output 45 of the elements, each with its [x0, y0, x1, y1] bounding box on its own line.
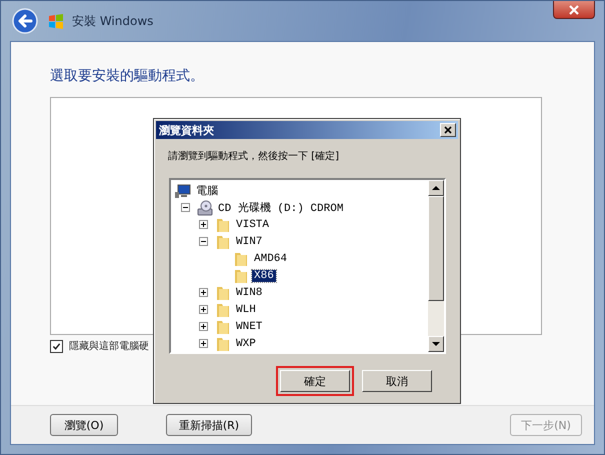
expander-icon[interactable]: [199, 322, 208, 331]
disc-drive-icon: [197, 200, 213, 216]
tree-item[interactable]: WNET: [234, 320, 264, 332]
tree-item[interactable]: WIN7: [234, 236, 264, 248]
tree-item[interactable]: WIN8: [234, 286, 264, 298]
folder-icon: [215, 234, 231, 250]
expander-icon[interactable]: [199, 339, 208, 348]
folder-icon: [215, 216, 231, 232]
folder-icon: [215, 336, 231, 352]
dialog-title: 瀏覽資料夾: [159, 122, 214, 138]
expander-icon[interactable]: [199, 305, 208, 314]
footer-button[interactable]: 重新掃描(R): [166, 414, 252, 436]
expander-icon[interactable]: [199, 237, 208, 246]
tree-item[interactable]: X86: [252, 270, 276, 282]
checkbox-label: 隱藏與這部電腦硬: [69, 340, 149, 353]
close-icon: [444, 126, 452, 134]
checkbox[interactable]: [50, 340, 63, 352]
back-icon[interactable]: [12, 8, 38, 34]
expander-icon[interactable]: [181, 203, 190, 212]
tree-item[interactable]: AMD64: [252, 252, 290, 264]
tree-item[interactable]: WLH: [234, 304, 258, 316]
tree-item[interactable]: VISTA: [234, 218, 272, 230]
expander-icon[interactable]: [199, 220, 208, 229]
folder-icon: [215, 284, 231, 300]
page-heading: 選取要安裝的驅動程式。: [50, 67, 205, 86]
scrollbar[interactable]: [428, 180, 444, 352]
close-icon: [569, 4, 579, 14]
folder-icon: [233, 250, 249, 266]
dialog-instruction: 請瀏覽到驅動程式，然後按一下 [確定]: [168, 150, 340, 163]
windows-logo-icon: [48, 13, 64, 29]
window-title: 安裝 Windows: [72, 12, 154, 30]
tree-item[interactable]: 電腦: [194, 183, 220, 198]
expander-icon[interactable]: [199, 288, 208, 297]
scroll-up-icon[interactable]: [432, 186, 440, 190]
tree-item[interactable]: WXP: [234, 338, 258, 350]
close-button[interactable]: [553, 1, 595, 19]
footer-button[interactable]: 瀏覽(O): [50, 414, 118, 436]
dialog-close-button[interactable]: [440, 123, 456, 137]
computer-icon: [175, 182, 191, 198]
folder-icon: [215, 318, 231, 334]
dialog-button[interactable]: 確定: [276, 366, 354, 396]
folder-icon: [215, 302, 231, 318]
scroll-down-icon[interactable]: [432, 342, 440, 346]
tree-item[interactable]: CD 光碟機 (D:) CDROM: [216, 200, 346, 215]
folder-icon: [233, 268, 249, 284]
